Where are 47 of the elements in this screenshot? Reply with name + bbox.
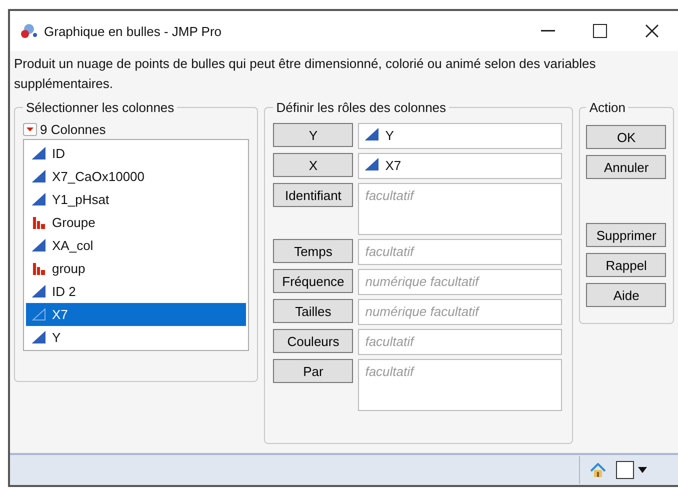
continuous-icon [32, 170, 46, 183]
role-field[interactable]: X7 [358, 153, 562, 179]
action-button[interactable]: Rappel [586, 253, 666, 277]
panel-title: Sélectionner les colonnes [25, 100, 176, 115]
window-title: Graphique en bulles - JMP Pro [44, 24, 223, 38]
role-button[interactable]: Par [273, 359, 354, 383]
column-count: 9 Colonnes [40, 122, 106, 137]
nominal-icon [32, 262, 46, 275]
action-button[interactable]: Annuler [586, 155, 666, 179]
minimize-icon[interactable] [541, 30, 555, 32]
column-item[interactable]: X7 [26, 303, 246, 326]
role-button[interactable]: Tailles [273, 299, 354, 323]
role-button[interactable]: Y [273, 123, 354, 147]
panel-title: Définir les rôles des colonnes [275, 100, 448, 115]
continuous-icon [32, 193, 46, 206]
column-item[interactable]: X7_CaOx10000 [26, 165, 246, 188]
nominal-icon [32, 216, 46, 229]
role-button[interactable]: Identifiant [273, 183, 354, 207]
continuous-icon [32, 308, 46, 321]
bubbles-logo-icon [20, 23, 38, 39]
continuous-icon [365, 128, 380, 141]
dropdown-icon[interactable] [23, 123, 37, 136]
action-button[interactable]: OK [586, 125, 666, 149]
column-item[interactable]: Y [26, 326, 246, 349]
continuous-icon [32, 239, 46, 252]
role-button[interactable]: Couleurs [273, 329, 354, 353]
home-icon[interactable] [590, 462, 606, 478]
column-item[interactable]: ID 2 [26, 280, 246, 303]
window-list-icon[interactable] [616, 461, 648, 479]
continuous-icon [365, 158, 380, 171]
column-item[interactable]: group [26, 257, 246, 280]
close-icon[interactable] [645, 24, 659, 38]
column-item[interactable]: XA_col [26, 234, 246, 257]
continuous-icon [32, 285, 46, 298]
column-item[interactable]: Y1_pHsat [26, 188, 246, 211]
continuous-icon [32, 147, 46, 160]
role-button[interactable]: Fréquence [273, 269, 354, 293]
panel-title: Action [588, 100, 626, 115]
role-button[interactable]: Temps [273, 239, 354, 263]
action-button[interactable]: Aide [586, 283, 666, 307]
column-item[interactable]: Groupe [26, 211, 246, 234]
action-button[interactable]: Supprimer [586, 223, 666, 247]
continuous-icon [32, 331, 46, 344]
column-item[interactable]: ID [26, 142, 246, 165]
role-button[interactable]: X [273, 153, 354, 177]
maximize-icon[interactable] [593, 24, 607, 38]
role-field[interactable]: Y [358, 123, 562, 149]
